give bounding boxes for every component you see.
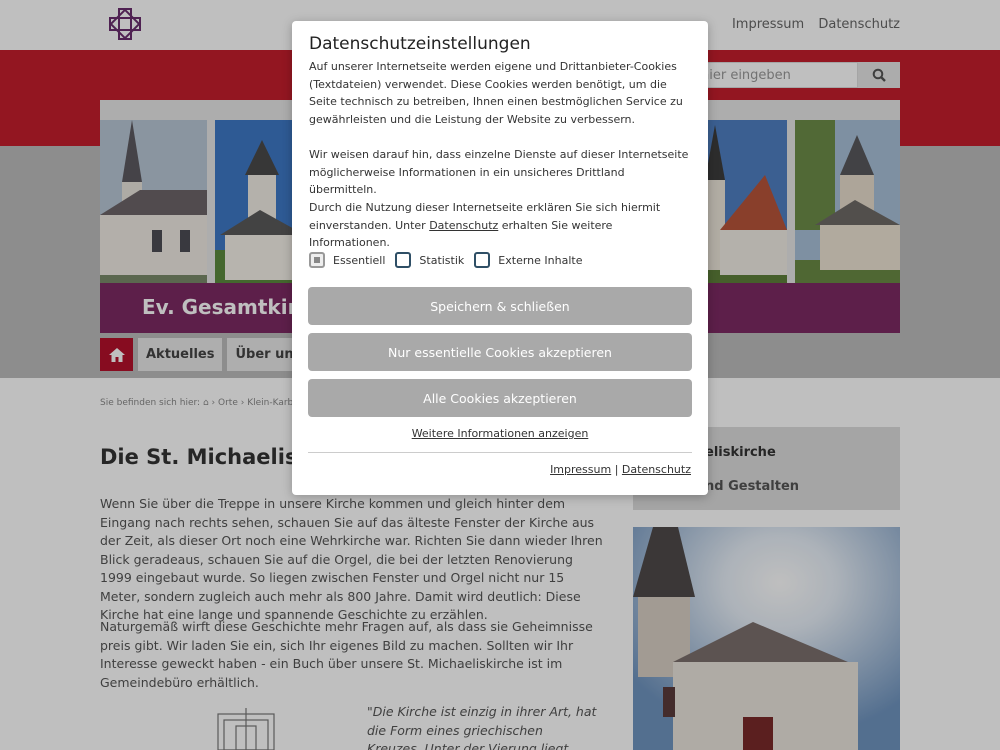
checkbox-essentiell: Essentiell: [309, 252, 385, 268]
accept-all-button[interactable]: Alle Cookies akzeptieren: [308, 379, 692, 417]
checkbox-statistik-label[interactable]: Statistik: [419, 254, 464, 267]
checkbox-essentiell-box: [309, 252, 325, 268]
dialog-datenschutz-link[interactable]: Datenschutz: [429, 219, 498, 232]
checkbox-essentiell-label: Essentiell: [333, 253, 386, 267]
dialog-title: Datenschutzeinstellungen: [309, 34, 531, 54]
dialog-text-cookies: Auf unserer Internetseite werden eigene …: [309, 60, 683, 126]
footer-impressum-link[interactable]: Impressum: [550, 463, 611, 476]
footer-datenschutz-link[interactable]: Datenschutz: [622, 463, 691, 476]
save-and-close-button[interactable]: Speichern & schließen: [308, 287, 692, 325]
checkbox-statistik-box[interactable]: [395, 252, 412, 268]
cookie-category-checkboxes: Essentiell Statistik Externe Inhalte: [309, 252, 592, 268]
dialog-text-drittland: Wir weisen darauf hin, dass einzelne Die…: [309, 148, 689, 196]
dialog-footer: Impressum | Datenschutz: [550, 463, 691, 476]
cookie-consent-dialog: Datenschutzeinstellungen Auf unserer Int…: [292, 21, 708, 495]
checkbox-externe-inhalte-label[interactable]: Externe Inhalte: [498, 254, 582, 267]
dialog-divider: [308, 452, 692, 453]
footer-separator: |: [614, 463, 619, 476]
dialog-text-consent: Durch die Nutzung dieser Internetseite e…: [309, 199, 693, 252]
checkbox-externe-inhalte[interactable]: Externe Inhalte: [474, 252, 582, 268]
more-info-link[interactable]: Weitere Informationen anzeigen: [292, 427, 708, 440]
accept-essential-button[interactable]: Nur essentielle Cookies akzeptieren: [308, 333, 692, 371]
checkbox-externe-inhalte-box[interactable]: [474, 252, 491, 268]
checkbox-statistik[interactable]: Statistik: [395, 252, 464, 268]
